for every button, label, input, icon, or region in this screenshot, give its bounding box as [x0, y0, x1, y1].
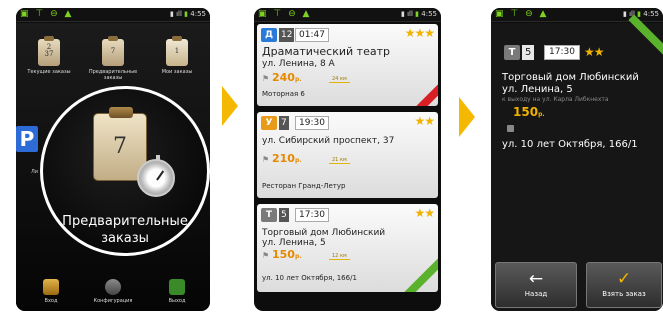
order-time: 17:30: [295, 208, 329, 222]
order-distance: 24 км: [329, 76, 350, 83]
back-button[interactable]: ← Назад: [495, 262, 577, 308]
checkmark-icon: ✓: [616, 269, 632, 289]
rating-stars: ★★: [414, 206, 434, 220]
order-number: 5: [522, 45, 535, 60]
order-class-badge: Т: [261, 208, 277, 222]
pickup-hint: к выходу на ул. Карла Либкнехта: [502, 96, 609, 103]
order-price: ⚑ 150р.: [262, 248, 302, 261]
flag-icon: [507, 125, 514, 132]
pickup-address: Торговый дом Любинский: [262, 228, 386, 238]
key-icon: [43, 279, 59, 295]
available-ribbon: [402, 256, 438, 292]
exit-icon: [169, 279, 185, 295]
order-price: 150р.: [513, 105, 545, 119]
flag-icon: ⚑: [262, 155, 272, 164]
rating-stars: ★★: [584, 45, 604, 59]
clipboard-cup-icon: 1: [166, 36, 188, 66]
next-step-arrow: [459, 97, 475, 137]
status-indicators: ▮ ıll ▮ 4:55: [623, 10, 659, 18]
parking-icon[interactable]: P: [16, 126, 38, 152]
pickup-street: ул. Ленина, 5: [502, 84, 573, 95]
order-time: 19:30: [295, 116, 329, 130]
notification-icons: ▣ ⊤ ⊖ ▲: [495, 9, 549, 19]
my-orders-app[interactable]: 1 Мои заказы: [152, 36, 202, 75]
rating-stars: ★★: [414, 114, 434, 128]
current-orders-app[interactable]: 2 37 Текущие заказы: [24, 36, 74, 75]
pickup-street: ул. Ленина, 8 А: [262, 59, 335, 69]
order-number: 7: [279, 116, 289, 130]
status-indicators: ▮ ıll ▮ 4:55: [170, 10, 206, 18]
magnified-preliminary-orders-icon[interactable]: 7 Предварительные заказы: [40, 86, 210, 256]
flag-icon: ⚑: [262, 74, 272, 83]
status-bar: ▣ ⊤ ⊖ ▲ ▮ ıll ▮ 4:55: [16, 8, 210, 22]
order-class-badge: У: [261, 116, 277, 130]
order-class-badge: Д: [261, 28, 277, 42]
preliminary-orders-app[interactable]: 7 Предварительные заказы: [88, 36, 138, 81]
urgent-ribbon: [411, 83, 438, 106]
order-price: ⚑ 240р.: [262, 71, 302, 84]
flag-icon: ⚑: [262, 251, 272, 260]
order-card[interactable]: Д 12 01:47 ★★★ Драматический театр ул. Л…: [257, 24, 438, 106]
clipboard-icon: 2 37: [38, 36, 60, 66]
order-card[interactable]: У 7 19:30 ★★ ул. Сибирский проспект, 37 …: [257, 112, 438, 198]
take-order-button[interactable]: ✓ Взять заказ: [586, 262, 662, 308]
notification-icons: ▣ ⊤ ⊖ ▲: [20, 9, 74, 19]
order-detail: Т 5 17:30 ★★ Торговый дом Любинский ул. …: [491, 14, 663, 311]
pickup-address: Торговый дом Любинский: [502, 72, 639, 83]
next-step-arrow: [222, 86, 238, 126]
destination: Моторная 6: [262, 90, 305, 98]
gear-icon: [105, 279, 121, 295]
login-app[interactable]: Вход: [26, 279, 76, 304]
order-time: 01:47: [295, 28, 329, 42]
magnified-label: Предварительные заказы: [62, 214, 188, 246]
order-time: 17:30: [544, 45, 580, 60]
clock: 4:55: [643, 10, 659, 18]
clipboard-stopwatch-icon: 7: [102, 36, 124, 66]
order-number: 5: [279, 208, 289, 222]
pickup-address: Драматический театр: [262, 45, 390, 58]
destination: ул. 10 лет Октября, 166/1: [262, 274, 357, 282]
order-card-selected[interactable]: Т 5 17:30 ★★ Торговый дом Любинский ул. …: [257, 204, 438, 292]
order-number: 12: [279, 28, 295, 42]
partial-label: Ли: [31, 169, 39, 175]
pickup-address: ул. Сибирский проспект, 37: [262, 136, 395, 146]
status-bar: ▣ ⊤ ⊖ ▲ ▮ ıll ▮ 4:55: [254, 8, 441, 22]
phone-order-list-screen: ▣ ⊤ ⊖ ▲ ▮ ıll ▮ 4:55 Д 12 01:47 ★★★ Драм…: [254, 8, 441, 311]
pickup-street: ул. Ленина, 5: [262, 238, 326, 248]
destination: Ресторан Гранд-Летур: [262, 182, 346, 190]
order-distance: 21 км: [329, 157, 350, 164]
status-indicators: ▮ ıll ▮ 4:55: [401, 10, 437, 18]
destination: ул. 10 лет Октября, 166/1: [502, 139, 638, 150]
rating-stars: ★★★: [404, 26, 435, 40]
configuration-app[interactable]: Конфигурация: [88, 279, 138, 304]
clock: 4:55: [190, 10, 206, 18]
order-distance: 12 км: [329, 253, 350, 260]
phone-order-detail-screen: ▣ ⊤ ⊖ ▲ ▮ ıll ▮ 4:55 Т 5 17:30 ★★ Торгов…: [491, 8, 663, 311]
order-class-badge: Т: [504, 45, 520, 60]
stopwatch-icon: [137, 155, 175, 197]
notification-icons: ▣ ⊤ ⊖ ▲: [258, 9, 312, 19]
clock: 4:55: [421, 10, 437, 18]
arrow-left-icon: ←: [528, 269, 544, 289]
exit-app[interactable]: Выход: [152, 279, 202, 304]
order-price: ⚑ 210р.: [262, 152, 302, 165]
